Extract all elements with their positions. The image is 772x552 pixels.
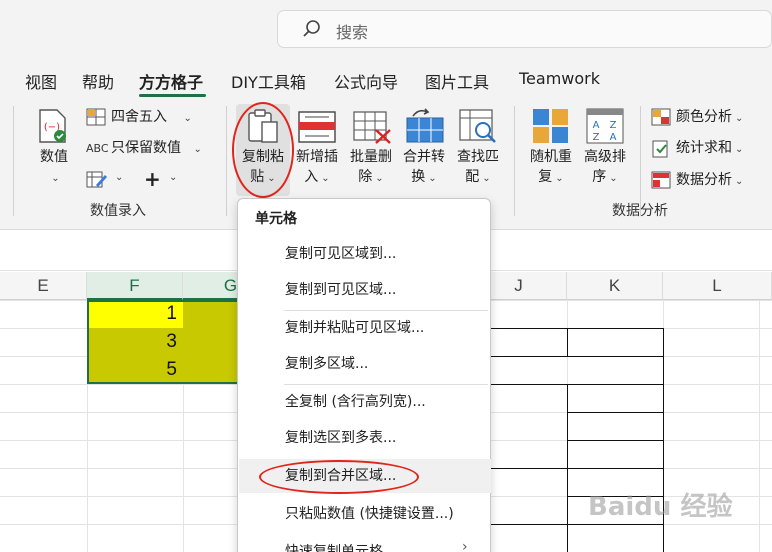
advanced-sort-label-2: 序	[592, 169, 607, 185]
numeric-button[interactable]: 数值 ⌄	[36, 147, 72, 189]
batch-delete-label-2: 除	[358, 169, 373, 185]
round-label: 四舍五入	[111, 109, 167, 125]
red-highlight-oval	[259, 460, 419, 494]
group-label-data-entry: 数值录入	[90, 203, 146, 219]
svg-text:Z: Z	[610, 120, 617, 131]
chevron-down-icon: ⌄	[735, 176, 744, 187]
random-repeat-button[interactable]: 随机重 复 ⌄	[526, 147, 576, 189]
color-grid-icon	[651, 108, 671, 126]
ribbon-left-divider	[0, 106, 14, 216]
menu-item-quick-copy-cell[interactable]: 快速复制单元格	[239, 535, 491, 552]
chevron-down-icon: ⌄	[375, 173, 384, 184]
chevron-down-icon: ⌄	[428, 173, 437, 184]
merge-convert-label-1: 合并转	[403, 149, 445, 165]
copy-paste-dropdown-menu: 单元格 复制可见区域到... 复制到可见区域... 复制并粘贴可见区域... 复…	[237, 198, 491, 552]
svg-text:A: A	[593, 120, 600, 131]
find-icon	[459, 109, 496, 143]
sort-icon: A Z Z A	[586, 108, 624, 144]
insert-icon	[298, 111, 336, 143]
chevron-down-icon: ⌄	[51, 173, 60, 184]
group-separator	[226, 106, 227, 216]
find-match-label-2: 配	[465, 169, 480, 185]
stat-sum-label: 统计求和	[676, 140, 732, 156]
number-icon: (−)	[39, 109, 66, 143]
column-header-e[interactable]: E	[0, 272, 87, 300]
chevron-down-icon: ⌄	[735, 113, 744, 124]
chevron-down-icon: ⌄	[482, 173, 491, 184]
search-icon	[303, 20, 320, 37]
random-repeat-label-1: 随机重	[530, 149, 572, 165]
watermark: Baidu 经验	[588, 492, 733, 522]
merge-convert-label-2: 换	[411, 169, 426, 185]
menu-header-cell: 单元格	[255, 211, 297, 227]
svg-text:A: A	[610, 132, 617, 143]
column-header-k[interactable]: K	[567, 272, 663, 300]
ribbon-tabs: 视图 帮助 方方格子 DIY工具箱 公式向导 图片工具 Teamwork	[0, 60, 772, 100]
insert-label-1: 新增插	[296, 149, 338, 165]
menu-item-copy-visible-to[interactable]: 复制可见区域到...	[239, 237, 491, 271]
chevron-down-icon: ⌄	[555, 173, 564, 184]
merge-icon	[406, 108, 444, 143]
random-repeat-label-2: 复	[538, 169, 553, 185]
chevron-down-icon: ⌄	[193, 144, 202, 155]
search-box[interactable]: 搜索	[277, 10, 772, 48]
tab-ffgz[interactable]: 方方格子	[139, 69, 203, 93]
tab-teamwork[interactable]: Teamwork	[519, 69, 600, 88]
edit-icon[interactable]	[86, 170, 108, 190]
menu-item-copy-multi-range[interactable]: 复制多区域...	[239, 347, 491, 381]
chevron-down-icon[interactable]: ⌄	[169, 172, 177, 183]
random-icon	[533, 109, 568, 143]
chevron-down-icon: ⌄	[609, 173, 618, 184]
numeric-label: 数值	[40, 149, 68, 165]
menu-item-copy-to-sheets[interactable]: 复制选区到多表...	[239, 421, 491, 455]
title-bar: 搜索	[0, 0, 772, 60]
column-header-f[interactable]: F	[87, 272, 183, 300]
group-separator	[514, 106, 515, 216]
batch-delete-label-1: 批量删	[350, 149, 392, 165]
advanced-sort-label-1: 高级排	[584, 149, 626, 165]
menu-item-copy-paste-visible[interactable]: 复制并粘贴可见区域...	[239, 311, 491, 345]
chevron-down-icon: ⌄	[183, 113, 192, 124]
tab-diy-toolbox[interactable]: DIY工具箱	[231, 69, 306, 93]
data-grid-icon	[651, 171, 671, 189]
chevron-down-icon[interactable]: ⌄	[115, 172, 123, 183]
menu-item-paste-values-only[interactable]: 只粘贴数值 (快捷键设置...)	[239, 497, 491, 531]
abc-icon: ABC	[86, 142, 109, 155]
delete-grid-icon	[353, 111, 391, 144]
stat-sum-button[interactable]: 统计求和 ⌄	[676, 138, 743, 160]
keep-value-button[interactable]: 只保留数值 ⌄	[111, 138, 202, 160]
merge-convert-button[interactable]: 合并转 换 ⌄	[399, 147, 449, 189]
find-match-button[interactable]: 查找匹 配 ⌄	[453, 147, 503, 189]
menu-item-full-copy[interactable]: 全复制 (含行高列宽)...	[239, 385, 491, 419]
chevron-right-icon: ›	[462, 539, 468, 552]
red-highlight-oval	[232, 102, 294, 198]
color-analysis-label: 颜色分析	[676, 109, 732, 125]
tab-formula-wizard[interactable]: 公式向导	[334, 69, 398, 93]
active-tab-indicator	[139, 94, 206, 97]
group-label-data-analysis: 数据分析	[612, 203, 668, 219]
svg-text:Z: Z	[593, 132, 600, 143]
round-icon	[86, 108, 106, 126]
selection-border	[87, 300, 240, 384]
plus-icon[interactable]: +	[144, 167, 161, 191]
find-match-label-1: 查找匹	[457, 149, 499, 165]
batch-delete-button[interactable]: 批量删 除 ⌄	[346, 147, 396, 189]
keep-value-label: 只保留数值	[111, 140, 181, 156]
advanced-sort-button[interactable]: 高级排 序 ⌄	[580, 147, 630, 189]
data-analysis-button[interactable]: 数据分析 ⌄	[676, 170, 743, 192]
insert-button[interactable]: 新增插 入 ⌄	[292, 147, 342, 189]
tab-view[interactable]: 视图	[25, 69, 57, 93]
insert-label-2: 入	[304, 169, 319, 185]
sum-icon	[652, 140, 668, 158]
color-analysis-button[interactable]: 颜色分析 ⌄	[676, 107, 743, 129]
tab-picture-tools[interactable]: 图片工具	[425, 69, 489, 93]
column-header-l[interactable]: L	[663, 272, 772, 300]
menu-item-copy-to-visible[interactable]: 复制到可见区域...	[239, 273, 491, 307]
search-placeholder: 搜索	[336, 23, 369, 42]
round-button[interactable]: 四舍五入 ⌄	[111, 107, 192, 129]
data-analysis-label: 数据分析	[676, 172, 732, 188]
tab-help[interactable]: 帮助	[82, 69, 114, 93]
chevron-down-icon: ⌄	[321, 173, 330, 184]
chevron-down-icon: ⌄	[735, 144, 744, 155]
